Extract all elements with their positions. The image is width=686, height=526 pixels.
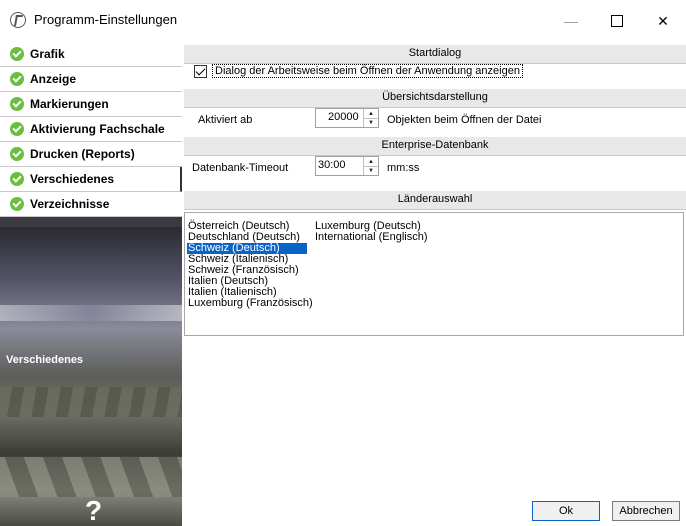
cancel-button[interactable]: Abbrechen	[612, 501, 680, 521]
landscape-image: Verschiedenes ?	[0, 227, 182, 526]
section-header-enterprise: Enterprise-Datenbank	[184, 136, 686, 156]
close-button[interactable]: ✕	[640, 0, 686, 42]
timeout-label: Datenbank-Timeout	[192, 162, 289, 174]
section-header-laender: Länderauswahl	[184, 190, 686, 210]
sidebar-item-anzeige[interactable]: Anzeige	[0, 67, 182, 92]
objects-threshold-spinner[interactable]: 20000 ▲ ▼	[315, 108, 379, 128]
sidebar-item-drucken[interactable]: Drucken (Reports)	[0, 142, 182, 167]
objects-suffix-label: Objekten beim Öffnen der Datei	[387, 114, 542, 126]
section-header-uebersicht: Übersichtsdarstellung	[184, 88, 686, 108]
sidebar-item-label: Verzeichnisse	[30, 197, 110, 211]
spinner-buttons: ▲ ▼	[363, 157, 378, 175]
check-circle-icon	[10, 72, 24, 86]
listbox-column: Österreich (Deutsch) Deutschland (Deutsc…	[187, 221, 313, 309]
sidebar-item-label: Grafik	[30, 47, 65, 61]
app-icon	[10, 12, 26, 28]
settings-panel: Startdialog Dialog der Arbeitsweise beim…	[182, 42, 686, 526]
check-circle-icon	[10, 197, 24, 211]
check-circle-icon	[10, 47, 24, 61]
section-caption: Verschiedenes	[6, 354, 84, 366]
maximize-button[interactable]	[594, 0, 640, 42]
startdialog-checkbox-label[interactable]: Dialog der Arbeitsweise beim Öffnen der …	[212, 64, 523, 78]
check-circle-icon	[10, 147, 24, 161]
timeout-unit-label: mm:ss	[387, 162, 420, 174]
startdialog-checkbox[interactable]	[194, 65, 207, 78]
listbox-column: Luxemburg (Deutsch) International (Engli…	[314, 221, 428, 243]
spin-down-icon[interactable]: ▼	[364, 118, 378, 127]
section-header-startdialog: Startdialog	[184, 44, 686, 64]
spinner-value: 30:00	[318, 159, 346, 171]
sidebar-item-label: Aktivierung Fachschale	[30, 122, 165, 136]
minimize-button[interactable]: —	[548, 0, 594, 42]
title-bar: Programm-Einstellungen — ✕	[0, 0, 686, 42]
check-circle-icon	[10, 172, 24, 186]
check-circle-icon	[10, 122, 24, 136]
aktiviert-ab-label: Aktiviert ab	[198, 114, 253, 126]
spinner-value: 20000	[328, 111, 359, 123]
sidebar-item-aktivierung-fachschale[interactable]: Aktivierung Fachschale	[0, 117, 182, 142]
check-circle-icon	[10, 97, 24, 111]
maximize-icon	[611, 15, 623, 27]
spinner-buttons: ▲ ▼	[363, 109, 378, 127]
sidebar-item-label: Drucken (Reports)	[30, 147, 135, 161]
landscape-field	[0, 387, 182, 417]
ok-button[interactable]: Ok	[532, 501, 600, 521]
sidebar-item-label: Markierungen	[30, 97, 109, 111]
sidebar: Grafik Anzeige Markierungen Aktivierung …	[0, 42, 182, 526]
sidebar-item-markierungen[interactable]: Markierungen	[0, 92, 182, 117]
sidebar-nav: Grafik Anzeige Markierungen Aktivierung …	[0, 42, 182, 217]
country-listbox[interactable]: Österreich (Deutsch) Deutschland (Deutsc…	[184, 212, 684, 336]
sidebar-item-verschiedenes[interactable]: Verschiedenes	[0, 167, 182, 192]
window-title: Programm-Einstellungen	[34, 12, 178, 27]
timeout-spinner[interactable]: 30:00 ▲ ▼	[315, 156, 379, 176]
close-icon: ✕	[657, 12, 669, 29]
list-item[interactable]: Luxemburg (Französisch)	[187, 298, 313, 309]
sidebar-item-label: Anzeige	[30, 72, 77, 86]
minimize-icon: —	[564, 13, 578, 29]
list-item[interactable]: International (Englisch)	[314, 232, 428, 243]
help-icon[interactable]: ?	[85, 495, 102, 526]
landscape-field	[0, 457, 182, 497]
landscape-band	[0, 305, 182, 321]
spin-down-icon[interactable]: ▼	[364, 166, 378, 175]
sidebar-item-verzeichnisse[interactable]: Verzeichnisse	[0, 192, 182, 217]
sidebar-item-label: Verschiedenes	[30, 172, 115, 186]
sidebar-item-grafik[interactable]: Grafik	[0, 42, 182, 67]
